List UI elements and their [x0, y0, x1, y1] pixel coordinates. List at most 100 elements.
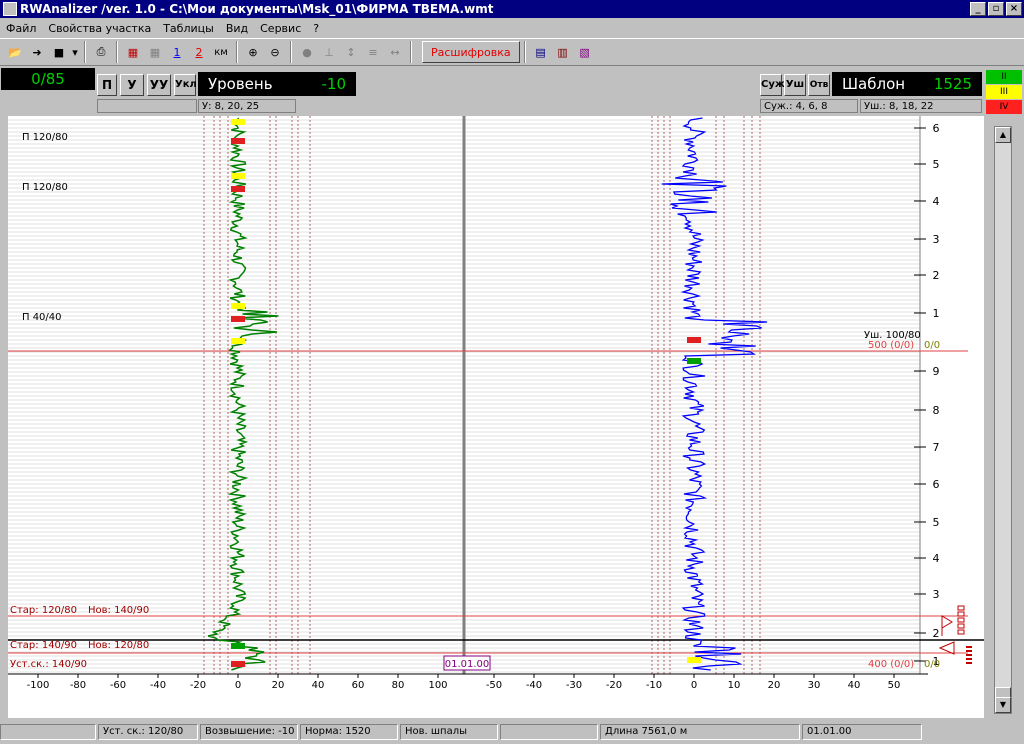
toolbar-separator: [523, 41, 526, 63]
channel-1-button[interactable]: 1: [166, 41, 188, 63]
left-axis-label: 60: [352, 680, 365, 691]
level-button[interactable]: У: [120, 74, 144, 96]
level-event-marker: [231, 661, 245, 667]
menu-view[interactable]: Вид: [220, 22, 254, 35]
table-icon[interactable]: ▤: [530, 41, 552, 63]
right-axis-label: -30: [566, 680, 582, 691]
tie-marker-icon: [966, 654, 972, 656]
channel-2-button[interactable]: 2: [188, 41, 210, 63]
left-axis-label: 40: [312, 680, 325, 691]
save-icon[interactable]: ■: [48, 41, 70, 63]
right-axis-label: -40: [526, 680, 542, 691]
tie-marker-icon: [966, 658, 972, 660]
picket-label: 3: [933, 233, 940, 246]
picket-label: 6: [933, 478, 940, 491]
table-edit-icon[interactable]: ▥: [552, 41, 574, 63]
status-date: 01.01.00: [802, 724, 922, 740]
right-axis-label: -10: [646, 680, 662, 691]
level-display: Уровень -10: [198, 72, 356, 96]
maximize-button[interactable]: ▫: [988, 2, 1004, 16]
slope-button[interactable]: Укл: [174, 74, 197, 96]
narrow-thresholds: Суж.: 4, 6, 8: [760, 99, 858, 113]
grid-gray-icon[interactable]: ▦: [144, 41, 166, 63]
speed-label: Стар: 120/80: [10, 605, 77, 616]
wide-note: Уш. 100/80: [864, 330, 921, 341]
picket-label: 7: [933, 441, 940, 454]
km-mark-suffix: 0/0: [924, 659, 940, 670]
open-icon[interactable]: 📂: [4, 41, 26, 63]
toolbar-separator: [116, 41, 118, 63]
menu-file[interactable]: Файл: [0, 22, 42, 35]
status-elevation: Возвышение: -10: [200, 724, 298, 740]
record-counter: 0/85: [1, 68, 95, 90]
gauge-label: Шаблон: [842, 75, 906, 93]
km-button[interactable]: км: [210, 41, 232, 63]
scroll-down-icon[interactable]: ▼: [995, 697, 1011, 713]
right-axis-label: 10: [728, 680, 741, 691]
deviation-button[interactable]: Отв: [808, 74, 830, 96]
dropdown-icon[interactable]: ▾: [70, 41, 80, 63]
level-event-marker: [231, 173, 245, 179]
export-icon[interactable]: ➜: [26, 41, 48, 63]
track-chart[interactable]: -100 -80 -60 -40 -20 0 20 40 60 80 100 -50 -40 -30 -20…: [8, 116, 984, 718]
left-axis-label: -60: [110, 680, 126, 691]
level-event-marker: [231, 303, 245, 309]
wide-button[interactable]: Уш: [784, 74, 806, 96]
menu-service[interactable]: Сервис: [254, 22, 307, 35]
decode-button[interactable]: Расшифровка: [422, 41, 520, 63]
close-button[interactable]: ×: [1006, 2, 1022, 16]
print-icon[interactable]: ⎙: [90, 41, 112, 63]
vertical-scrollbar[interactable]: ▲ ▼: [994, 126, 1012, 714]
picket-label: 5: [933, 158, 940, 171]
profile-button[interactable]: П: [97, 74, 117, 96]
picket-label: 2: [933, 627, 940, 640]
toolbar-separator: [290, 41, 292, 63]
menu-tables[interactable]: Таблицы: [157, 22, 220, 35]
left-axis-label: 20: [272, 680, 285, 691]
level-level-button[interactable]: УУ: [147, 74, 171, 96]
gauge-event-marker: [687, 337, 701, 343]
km-mark-suffix: 0/0: [924, 340, 940, 351]
table-report-icon[interactable]: ▧: [574, 41, 596, 63]
level-event-marker: [231, 119, 245, 125]
zoom-out-icon[interactable]: ⊖: [264, 41, 286, 63]
class-ii-indicator: II: [986, 70, 1022, 84]
menu-section-props[interactable]: Свойства участка: [42, 22, 157, 35]
right-axis-label: 40: [848, 680, 861, 691]
menu-help[interactable]: ?: [307, 22, 325, 35]
right-axis-label: -20: [606, 680, 622, 691]
class-iii-indicator: III: [986, 85, 1022, 99]
align-icon[interactable]: ⊥: [318, 41, 340, 63]
left-axis-label: 80: [392, 680, 405, 691]
zoom-in-icon[interactable]: ⊕: [242, 41, 264, 63]
level-event-marker: [231, 643, 245, 649]
level-event-marker: [231, 186, 245, 192]
speed-label: Нов: 140/90: [88, 605, 149, 616]
shape-icon[interactable]: ●: [296, 41, 318, 63]
picket-label: 5: [933, 516, 940, 529]
window-title: RWAnalizer /ver. 1.0 - C:\Мои документы\…: [20, 2, 494, 16]
status-empty-1: [0, 724, 96, 740]
stretch-icon[interactable]: ↔: [384, 41, 406, 63]
status-speed: Уст. ск.: 120/80: [98, 724, 198, 740]
speed-label: Нов: 120/80: [88, 640, 149, 651]
minimize-button[interactable]: _: [970, 2, 986, 16]
title-bar: RWAnalizer /ver. 1.0 - C:\Мои документы\…: [0, 0, 1024, 18]
level-value: -10: [321, 75, 347, 93]
narrow-button[interactable]: Суж: [760, 74, 785, 96]
left-axis-label: -80: [70, 680, 86, 691]
left-axis-label: -20: [190, 680, 206, 691]
left-axis-label: -40: [150, 680, 166, 691]
class-iv-indicator: IV: [986, 100, 1022, 114]
scroll-up-icon[interactable]: ▲: [995, 127, 1011, 143]
tie-marker-icon: [966, 662, 972, 664]
lines-icon[interactable]: ≡: [362, 41, 384, 63]
gauge-event-marker: [687, 358, 701, 364]
curve-label: П 40/40: [22, 312, 62, 323]
grid-red-icon[interactable]: ▦: [122, 41, 144, 63]
right-axis-label: 20: [768, 680, 781, 691]
curve-label: П 120/80: [22, 182, 68, 193]
vertical-icon[interactable]: ↕: [340, 41, 362, 63]
wide-thresholds: Уш.: 8, 18, 22: [860, 99, 982, 113]
right-axis-label: -50: [486, 680, 502, 691]
